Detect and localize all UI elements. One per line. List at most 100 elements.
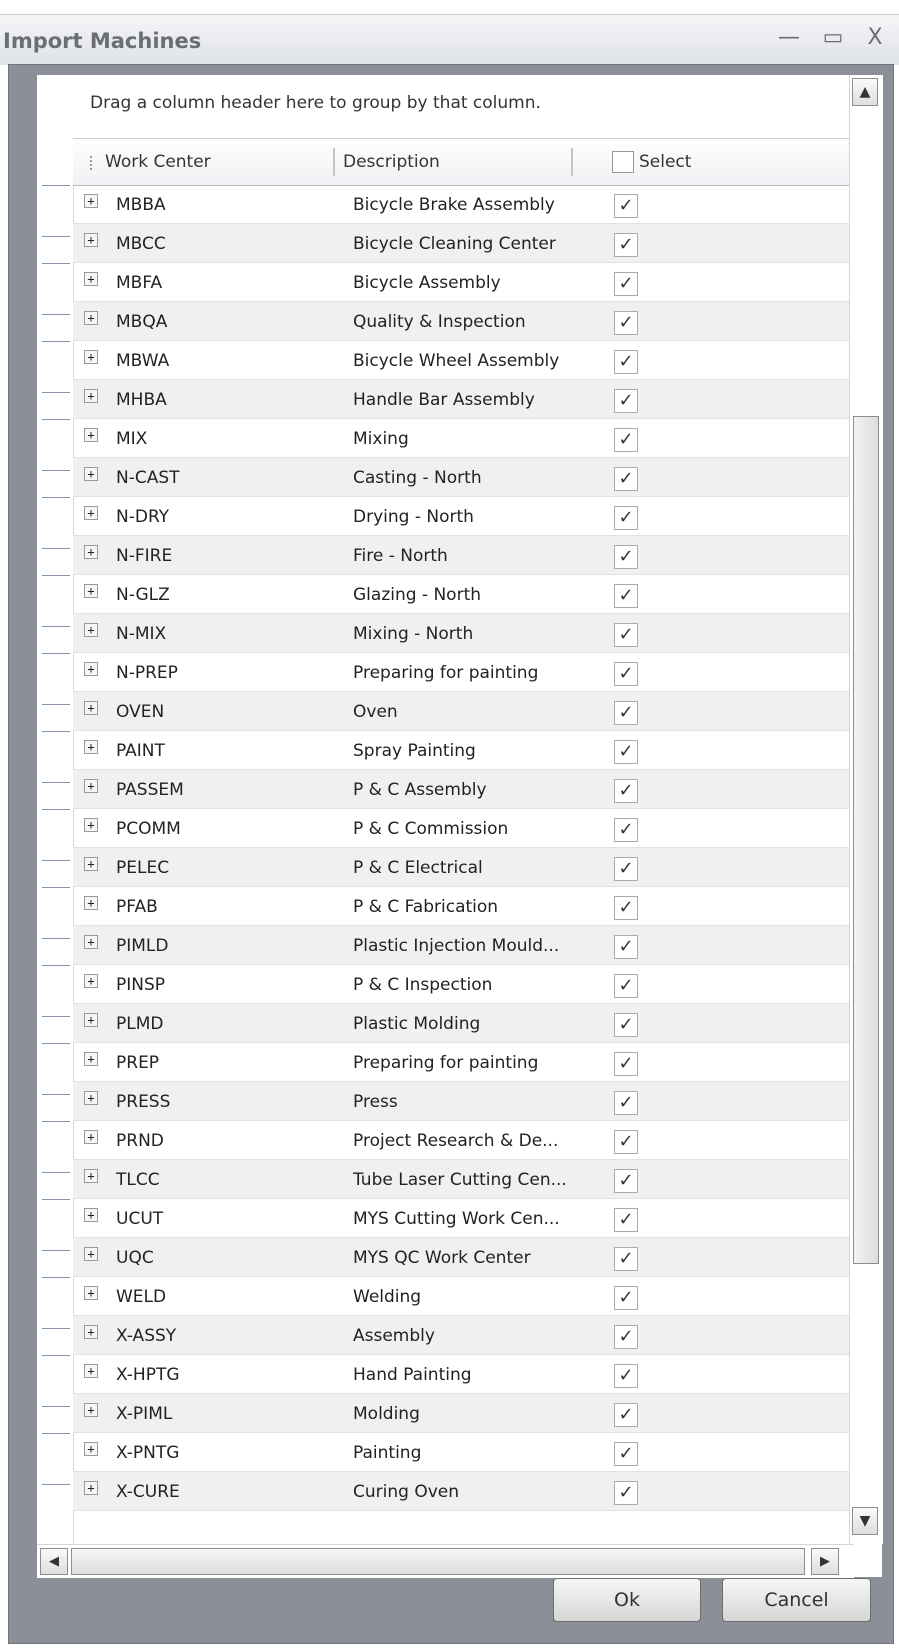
description-cell[interactable]: Preparing for painting [353,1053,585,1073]
close-icon[interactable]: X [862,25,888,51]
select-checkbox[interactable]: ✓ [614,1286,638,1310]
description-cell[interactable]: MYS QC Work Center [353,1248,585,1268]
description-cell[interactable]: P & C Assembly [353,780,585,800]
expand-row-icon[interactable]: + [84,272,98,286]
description-cell[interactable]: Plastic Injection Mould... [353,936,585,956]
table-row[interactable]: + X-HPTG Hand Painting ✓ [73,1355,849,1394]
work-center-cell[interactable]: MHBA [116,390,167,410]
vertical-scrollbar[interactable]: ▲ ▼ [849,75,883,1544]
work-center-cell[interactable]: WELD [116,1287,166,1307]
select-checkbox[interactable]: ✓ [614,818,638,842]
table-row[interactable]: + PINSP P & C Inspection ✓ [73,965,849,1004]
select-checkbox[interactable]: ✓ [614,935,638,959]
description-cell[interactable]: Preparing for painting [353,663,585,683]
table-row[interactable]: + PCOMM P & C Commission ✓ [73,809,849,848]
description-cell[interactable]: Press [353,1092,585,1112]
description-cell[interactable]: MYS Cutting Work Cen... [353,1209,585,1229]
description-cell[interactable]: Bicycle Assembly [353,273,585,293]
horizontal-scrollbar[interactable]: ◀ ▶ [37,1544,854,1578]
table-row[interactable]: + TLCC Tube Laser Cutting Cen... ✓ [73,1160,849,1199]
select-checkbox[interactable]: ✓ [614,896,638,920]
table-row[interactable]: + PASSEM P & C Assembly ✓ [73,770,849,809]
work-center-cell[interactable]: PELEC [116,858,169,878]
table-row[interactable]: + UQC MYS QC Work Center ✓ [73,1238,849,1277]
expand-row-icon[interactable]: + [84,1364,98,1378]
description-cell[interactable]: Welding [353,1287,585,1307]
select-checkbox[interactable]: ✓ [614,1481,638,1505]
expand-row-icon[interactable]: + [84,233,98,247]
description-cell[interactable]: Spray Painting [353,741,585,761]
description-cell[interactable]: Mixing - North [353,624,585,644]
table-row[interactable]: + X-ASSY Assembly ✓ [73,1316,849,1355]
description-cell[interactable]: Casting - North [353,468,585,488]
work-center-cell[interactable]: PLMD [116,1014,163,1034]
expand-row-icon[interactable]: + [84,701,98,715]
description-cell[interactable]: Drying - North [353,507,585,527]
select-checkbox[interactable]: ✓ [614,311,638,335]
expand-row-icon[interactable]: + [84,1091,98,1105]
select-checkbox[interactable]: ✓ [614,233,638,257]
work-center-cell[interactable]: PRESS [116,1092,170,1112]
expand-row-icon[interactable]: + [84,1130,98,1144]
table-row[interactable]: + PELEC P & C Electrical ✓ [73,848,849,887]
description-cell[interactable]: Mixing [353,429,585,449]
expand-row-icon[interactable]: + [84,428,98,442]
work-center-cell[interactable]: MBBA [116,195,166,215]
work-center-cell[interactable]: MBWA [116,351,169,371]
work-center-cell[interactable]: N-PREP [116,663,178,683]
select-checkbox[interactable]: ✓ [614,584,638,608]
work-center-cell[interactable]: N-DRY [116,507,169,527]
expand-row-icon[interactable]: + [84,857,98,871]
select-checkbox[interactable]: ✓ [614,545,638,569]
table-row[interactable]: + N-GLZ Glazing - North ✓ [73,575,849,614]
description-cell[interactable]: Hand Painting [353,1365,585,1385]
table-row[interactable]: + N-PREP Preparing for painting ✓ [73,653,849,692]
description-cell[interactable]: Tube Laser Cutting Cen... [353,1170,585,1190]
table-row[interactable]: + PAINT Spray Painting ✓ [73,731,849,770]
select-checkbox[interactable]: ✓ [614,350,638,374]
expand-row-icon[interactable]: + [84,935,98,949]
expand-row-icon[interactable]: + [84,545,98,559]
select-checkbox[interactable]: ✓ [614,1091,638,1115]
expand-row-icon[interactable]: + [84,974,98,988]
table-row[interactable]: + MBBA Bicycle Brake Assembly ✓ [73,185,849,224]
select-checkbox[interactable]: ✓ [614,857,638,881]
select-checkbox[interactable]: ✓ [614,1208,638,1232]
table-row[interactable]: + X-CURE Curing Oven ✓ [73,1472,849,1511]
description-cell[interactable]: Bicycle Brake Assembly [353,195,585,215]
work-center-cell[interactable]: N-FIRE [116,546,172,566]
table-row[interactable]: + N-FIRE Fire - North ✓ [73,536,849,575]
expand-row-icon[interactable]: + [84,1286,98,1300]
expand-row-icon[interactable]: + [84,1208,98,1222]
header-description[interactable]: Description [335,139,571,185]
table-row[interactable]: + MBQA Quality & Inspection ✓ [73,302,849,341]
table-row[interactable]: + PREP Preparing for painting ✓ [73,1043,849,1082]
table-row[interactable]: + N-MIX Mixing - North ✓ [73,614,849,653]
select-checkbox[interactable]: ✓ [614,272,638,296]
scroll-up-icon[interactable]: ▲ [852,78,878,106]
select-checkbox[interactable]: ✓ [614,389,638,413]
expand-row-icon[interactable]: + [84,779,98,793]
description-cell[interactable]: Assembly [353,1326,585,1346]
work-center-cell[interactable]: PIMLD [116,936,169,956]
description-cell[interactable]: Curing Oven [353,1482,585,1502]
description-cell[interactable]: Plastic Molding [353,1014,585,1034]
work-center-cell[interactable]: MBCC [116,234,166,254]
work-center-cell[interactable]: X-PIML [116,1404,172,1424]
expand-row-icon[interactable]: + [84,467,98,481]
work-center-cell[interactable]: N-GLZ [116,585,170,605]
group-by-panel[interactable]: Drag a column header here to group by th… [73,75,849,139]
description-cell[interactable]: P & C Commission [353,819,585,839]
expand-row-icon[interactable]: + [84,1481,98,1495]
description-cell[interactable]: Glazing - North [353,585,585,605]
select-checkbox[interactable]: ✓ [614,701,638,725]
select-checkbox[interactable]: ✓ [614,1442,638,1466]
expand-row-icon[interactable]: + [84,1403,98,1417]
select-checkbox[interactable]: ✓ [614,194,638,218]
select-checkbox[interactable]: ✓ [614,740,638,764]
expand-row-icon[interactable]: + [84,1442,98,1456]
description-cell[interactable]: Project Research & De... [353,1131,585,1151]
table-row[interactable]: + N-CAST Casting - North ✓ [73,458,849,497]
table-row[interactable]: + PFAB P & C Fabrication ✓ [73,887,849,926]
expand-row-icon[interactable]: + [84,1013,98,1027]
